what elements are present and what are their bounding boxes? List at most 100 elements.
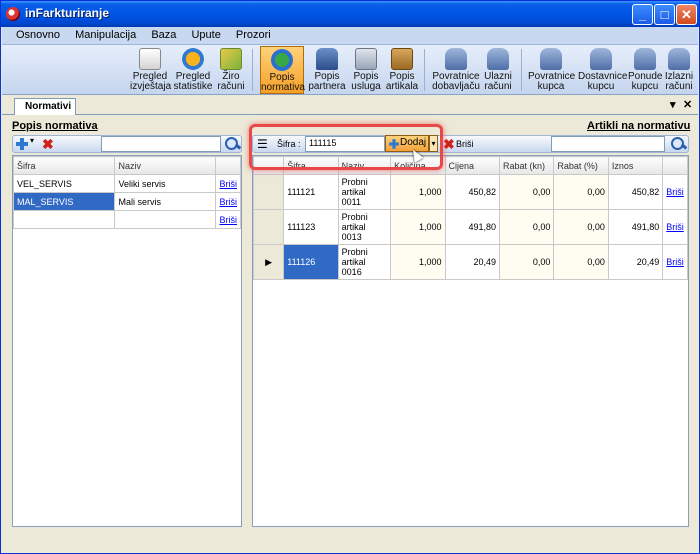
cell-rabat-kn[interactable]: 0,00	[498, 244, 555, 280]
ribbon-popis-partnera[interactable]: Popis partnera	[307, 46, 347, 94]
ribbon-pregled-statistike[interactable]: Pregled statistike	[173, 46, 213, 94]
delete-button[interactable]: Briši	[456, 139, 474, 149]
truck-icon	[668, 48, 690, 70]
tab-strip: Normativi ▾ ✕	[2, 95, 698, 115]
current-row-indicator[interactable]: ▶	[252, 244, 285, 280]
cell-sifra[interactable]: VEL_SERVIS	[12, 174, 116, 193]
cell-cijena[interactable]: 491,80	[444, 209, 500, 245]
ribbon-pregled-izvjestaja[interactable]: Pregled izvještaja	[130, 46, 171, 94]
delete-link[interactable]: Briši	[662, 209, 688, 245]
app-window: inFarkturiranje _ □ ✕ Osnovno Manipulaci…	[0, 0, 700, 554]
minimize-button[interactable]: _	[632, 4, 653, 25]
cell-rabat-pct[interactable]: 0,00	[553, 244, 609, 280]
right-search-input[interactable]	[551, 136, 665, 152]
cell-rabat-kn[interactable]: 0,00	[498, 174, 555, 210]
ribbon-dostavnice-kupcu[interactable]: Dostavnice kupcu	[578, 46, 627, 94]
col-sifra[interactable]: Šifra	[12, 156, 116, 175]
delete-link[interactable]: Briši	[215, 174, 241, 193]
cell-naziv[interactable]: Probni artikal 0016	[337, 244, 392, 280]
cell-naziv[interactable]: Probni artikal 0011	[337, 174, 392, 210]
search-icon[interactable]	[669, 136, 689, 152]
tab-close-icon[interactable]: ✕	[683, 98, 692, 111]
delete-link[interactable]: Briši	[662, 174, 688, 210]
cell-naziv[interactable]: Veliki servis	[114, 174, 217, 193]
cell-cijena[interactable]: 450,82	[444, 174, 500, 210]
col-iznos[interactable]: Iznos	[607, 156, 664, 175]
table-row[interactable]: 111123 Probni artikal 0013 1,000 491,80 …	[252, 209, 688, 245]
cell-sifra[interactable]: 111121	[283, 174, 339, 210]
tab-list-icon[interactable]: ▾	[670, 98, 676, 111]
ribbon-povratnice-kupca[interactable]: Povratnice kupca	[528, 46, 575, 94]
table-row[interactable]: 111121 Probni artikal 0011 1,000 450,82 …	[252, 174, 688, 210]
cell-sifra[interactable]: 111126	[283, 244, 339, 280]
add-icon	[389, 139, 399, 149]
col-rabat-kn[interactable]: Rabat (kn)	[498, 156, 555, 175]
app-icon	[6, 7, 20, 21]
ribbon-izlazni-racuni[interactable]: Izlazni računi	[664, 46, 694, 94]
cell-cijena[interactable]: 20,49	[444, 244, 500, 280]
ribbon-toolbar: Pregled izvještaja Pregled statistike Ži…	[2, 45, 698, 95]
cell-rabat-pct[interactable]: 0,00	[553, 174, 609, 210]
ribbon-ponude-kupcu[interactable]: Ponude kupcu	[628, 46, 662, 94]
col-cijena[interactable]: Cijena	[444, 156, 500, 175]
delete-link[interactable]: Briši	[662, 244, 688, 280]
close-button[interactable]: ✕	[676, 4, 697, 25]
delete-link[interactable]: Briši	[215, 210, 241, 229]
cell-rabat-kn[interactable]: 0,00	[498, 209, 555, 245]
globe-icon	[271, 49, 293, 71]
col-naziv[interactable]: Naziv	[114, 156, 217, 175]
truck-icon	[634, 48, 656, 70]
table-row[interactable]: Briši	[12, 210, 241, 229]
add-button[interactable]: Dodaj	[385, 135, 429, 152]
cell-rabat-pct[interactable]: 0,00	[553, 209, 609, 245]
menu-baza[interactable]: Baza	[145, 27, 182, 41]
ribbon-ziro-racuni[interactable]: Žiro računi	[216, 46, 246, 94]
add-dropdown-button[interactable]: ▾	[429, 135, 438, 152]
ribbon-popis-usluga[interactable]: Popis usluga	[349, 46, 383, 94]
left-search-input[interactable]	[101, 136, 221, 152]
cell-iznos[interactable]: 450,82	[607, 174, 664, 210]
cell-naziv[interactable]	[114, 210, 217, 229]
articles-icon	[391, 48, 413, 70]
col-rabat-pct[interactable]: Rabat (%)	[553, 156, 609, 175]
delete-icon[interactable]: ✖	[42, 137, 54, 151]
table-row[interactable]: VEL_SERVIS Veliki servis Briši	[12, 174, 241, 193]
add-dropdown-icon[interactable]: ▾	[30, 136, 34, 145]
table-row[interactable]: MAL_SERVIS Mali servis Briši	[12, 192, 241, 211]
money-icon	[220, 48, 242, 70]
ribbon-popis-normativa[interactable]: Popis normativa	[260, 46, 305, 94]
cell-sifra[interactable]: 111123	[283, 209, 339, 245]
row-header[interactable]	[252, 174, 285, 210]
cell-naziv[interactable]: Mali servis	[114, 192, 217, 211]
truck-icon	[590, 48, 612, 70]
ribbon-povratnice-dobavljacu[interactable]: Povratnice dobavljaču	[432, 46, 480, 94]
left-panel-title: Popis normativa	[12, 120, 98, 132]
menu-bar: Osnovno Manipulacija Baza Upute Prozori	[2, 27, 698, 45]
delete-icon[interactable]: ✖	[443, 137, 455, 151]
maximize-button[interactable]: □	[654, 4, 675, 25]
cell-naziv[interactable]: Probni artikal 0013	[337, 209, 392, 245]
menu-osnovno[interactable]: Osnovno	[2, 27, 66, 41]
ribbon-separator	[424, 49, 425, 91]
menu-manipulacija[interactable]: Manipulacija	[69, 27, 142, 41]
ribbon-ulazni-racuni[interactable]: Ulazni računi	[482, 46, 514, 94]
cell-kolicina[interactable]: 1,000	[390, 174, 446, 210]
title-bar[interactable]: inFarkturiranje _ □ ✕	[1, 1, 699, 27]
cell-kolicina[interactable]: 1,000	[390, 244, 446, 280]
ribbon-popis-artikala[interactable]: Popis artikala	[385, 46, 419, 94]
cell-sifra[interactable]: MAL_SERVIS	[12, 192, 116, 211]
add-icon[interactable]	[16, 138, 28, 150]
search-icon[interactable]	[223, 136, 243, 152]
table-row[interactable]: ▶ 111126 Probni artikal 0016 1,000 20,49…	[252, 244, 688, 280]
cell-sifra[interactable]	[12, 210, 116, 229]
tab-normativi[interactable]: Normativi	[14, 98, 76, 115]
delete-link[interactable]: Briši	[215, 192, 241, 211]
row-header[interactable]	[252, 209, 285, 245]
cell-kolicina[interactable]: 1,000	[390, 209, 446, 245]
cell-iznos[interactable]: 20,49	[607, 244, 664, 280]
menu-prozori[interactable]: Prozori	[230, 27, 277, 41]
cell-iznos[interactable]: 491,80	[607, 209, 664, 245]
truck-icon	[487, 48, 509, 70]
services-icon	[355, 48, 377, 70]
menu-upute[interactable]: Upute	[185, 27, 226, 41]
